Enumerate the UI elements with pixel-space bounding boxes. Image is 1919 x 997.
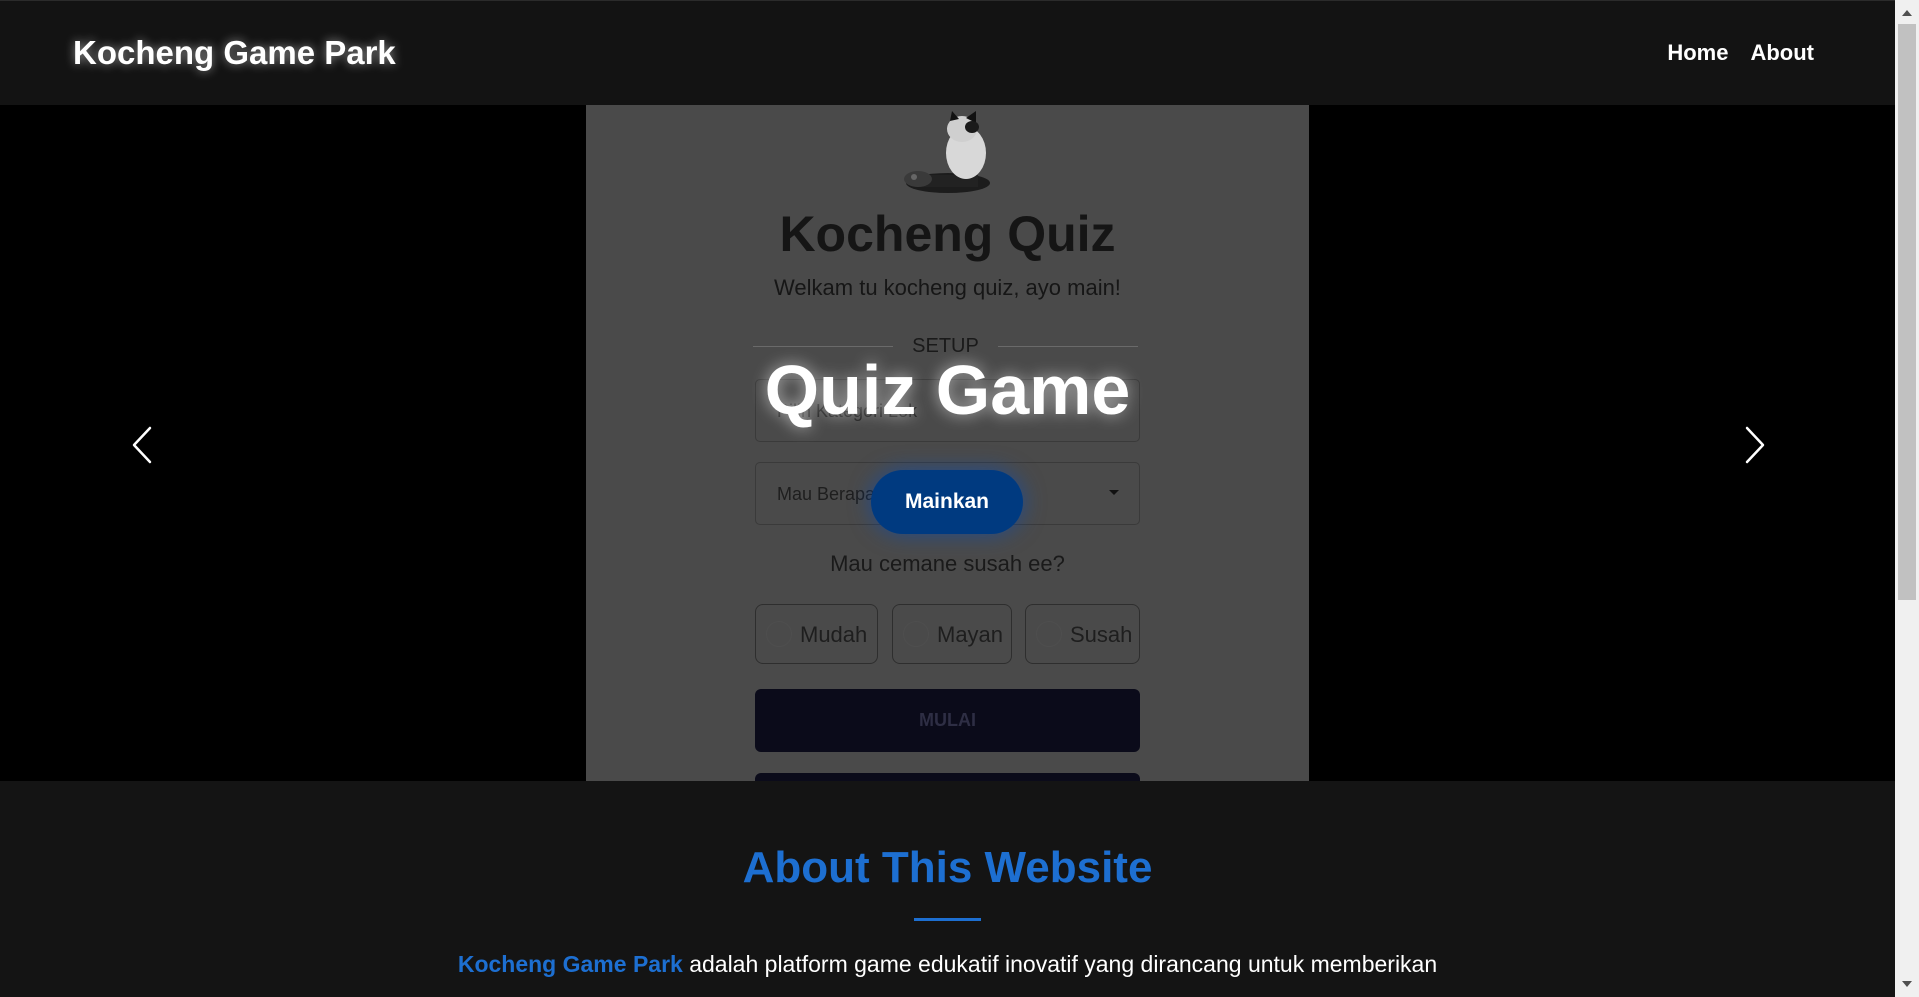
- about-paragraph: Kocheng Game Park adalah platform game e…: [0, 951, 1895, 978]
- brand-highlight: Kocheng Game Park: [457, 951, 683, 977]
- page-scrollbar[interactable]: [1895, 0, 1919, 997]
- nav-links: Home About: [1667, 40, 1814, 66]
- game-carousel: Kocheng Quiz Welkam tu kocheng quiz, ayo…: [0, 105, 1895, 781]
- navbar: Kocheng Game Park Home About: [0, 0, 1895, 105]
- scroll-down-icon[interactable]: [1902, 981, 1912, 987]
- scroll-up-icon[interactable]: [1902, 10, 1912, 16]
- nav-link-home[interactable]: Home: [1667, 40, 1728, 66]
- difficulty-question: Mau cemane susah ee?: [830, 551, 1065, 576]
- count-placeholder: Mau Berapa: [777, 484, 876, 504]
- slide-image-quiz-preview: Kocheng Quiz Welkam tu kocheng quiz, ayo…: [586, 105, 1309, 781]
- option-mayan: Mayan: [892, 604, 1012, 664]
- start-button-preview: MULAI: [755, 689, 1140, 752]
- chevron-left-icon[interactable]: [124, 420, 164, 470]
- page: Kocheng Game Park Home About Kocheng Qui…: [0, 0, 1895, 997]
- option-label: Mayan: [937, 622, 1004, 647]
- brand-logo-text[interactable]: Kocheng Game Park: [73, 34, 396, 72]
- radio-icon: [903, 621, 929, 647]
- second-button-preview: [755, 773, 1140, 781]
- nav-link-about[interactable]: About: [1750, 40, 1814, 66]
- option-label: Susah: [1070, 622, 1133, 647]
- option-mudah: Mudah: [755, 604, 878, 664]
- radio-icon: [1036, 621, 1062, 647]
- about-heading: About This Website: [742, 843, 1153, 892]
- about-text: adalah platform game edukatif inovatif y…: [682, 951, 1438, 977]
- play-button[interactable]: Mainkan: [871, 470, 1023, 534]
- slide-title: Quiz Game: [764, 351, 1131, 429]
- scrollbar-thumb[interactable]: [1898, 24, 1916, 600]
- option-susah: Susah: [1025, 604, 1140, 664]
- option-label: Mudah: [800, 622, 868, 647]
- quiz-subtitle: Welkam tu kocheng quiz, ayo main!: [774, 275, 1121, 300]
- about-section: About This Website Kocheng Game Park ada…: [0, 781, 1895, 997]
- heading-underline: [914, 918, 981, 921]
- divider-line-right: [998, 346, 1138, 347]
- quiz-title: Kocheng Quiz: [779, 206, 1116, 262]
- start-label: MULAI: [919, 710, 976, 730]
- chevron-right-icon[interactable]: [1733, 420, 1773, 470]
- cat-mascot-image: [904, 111, 990, 193]
- radio-icon: [766, 621, 792, 647]
- caret-down-icon: [1109, 490, 1119, 495]
